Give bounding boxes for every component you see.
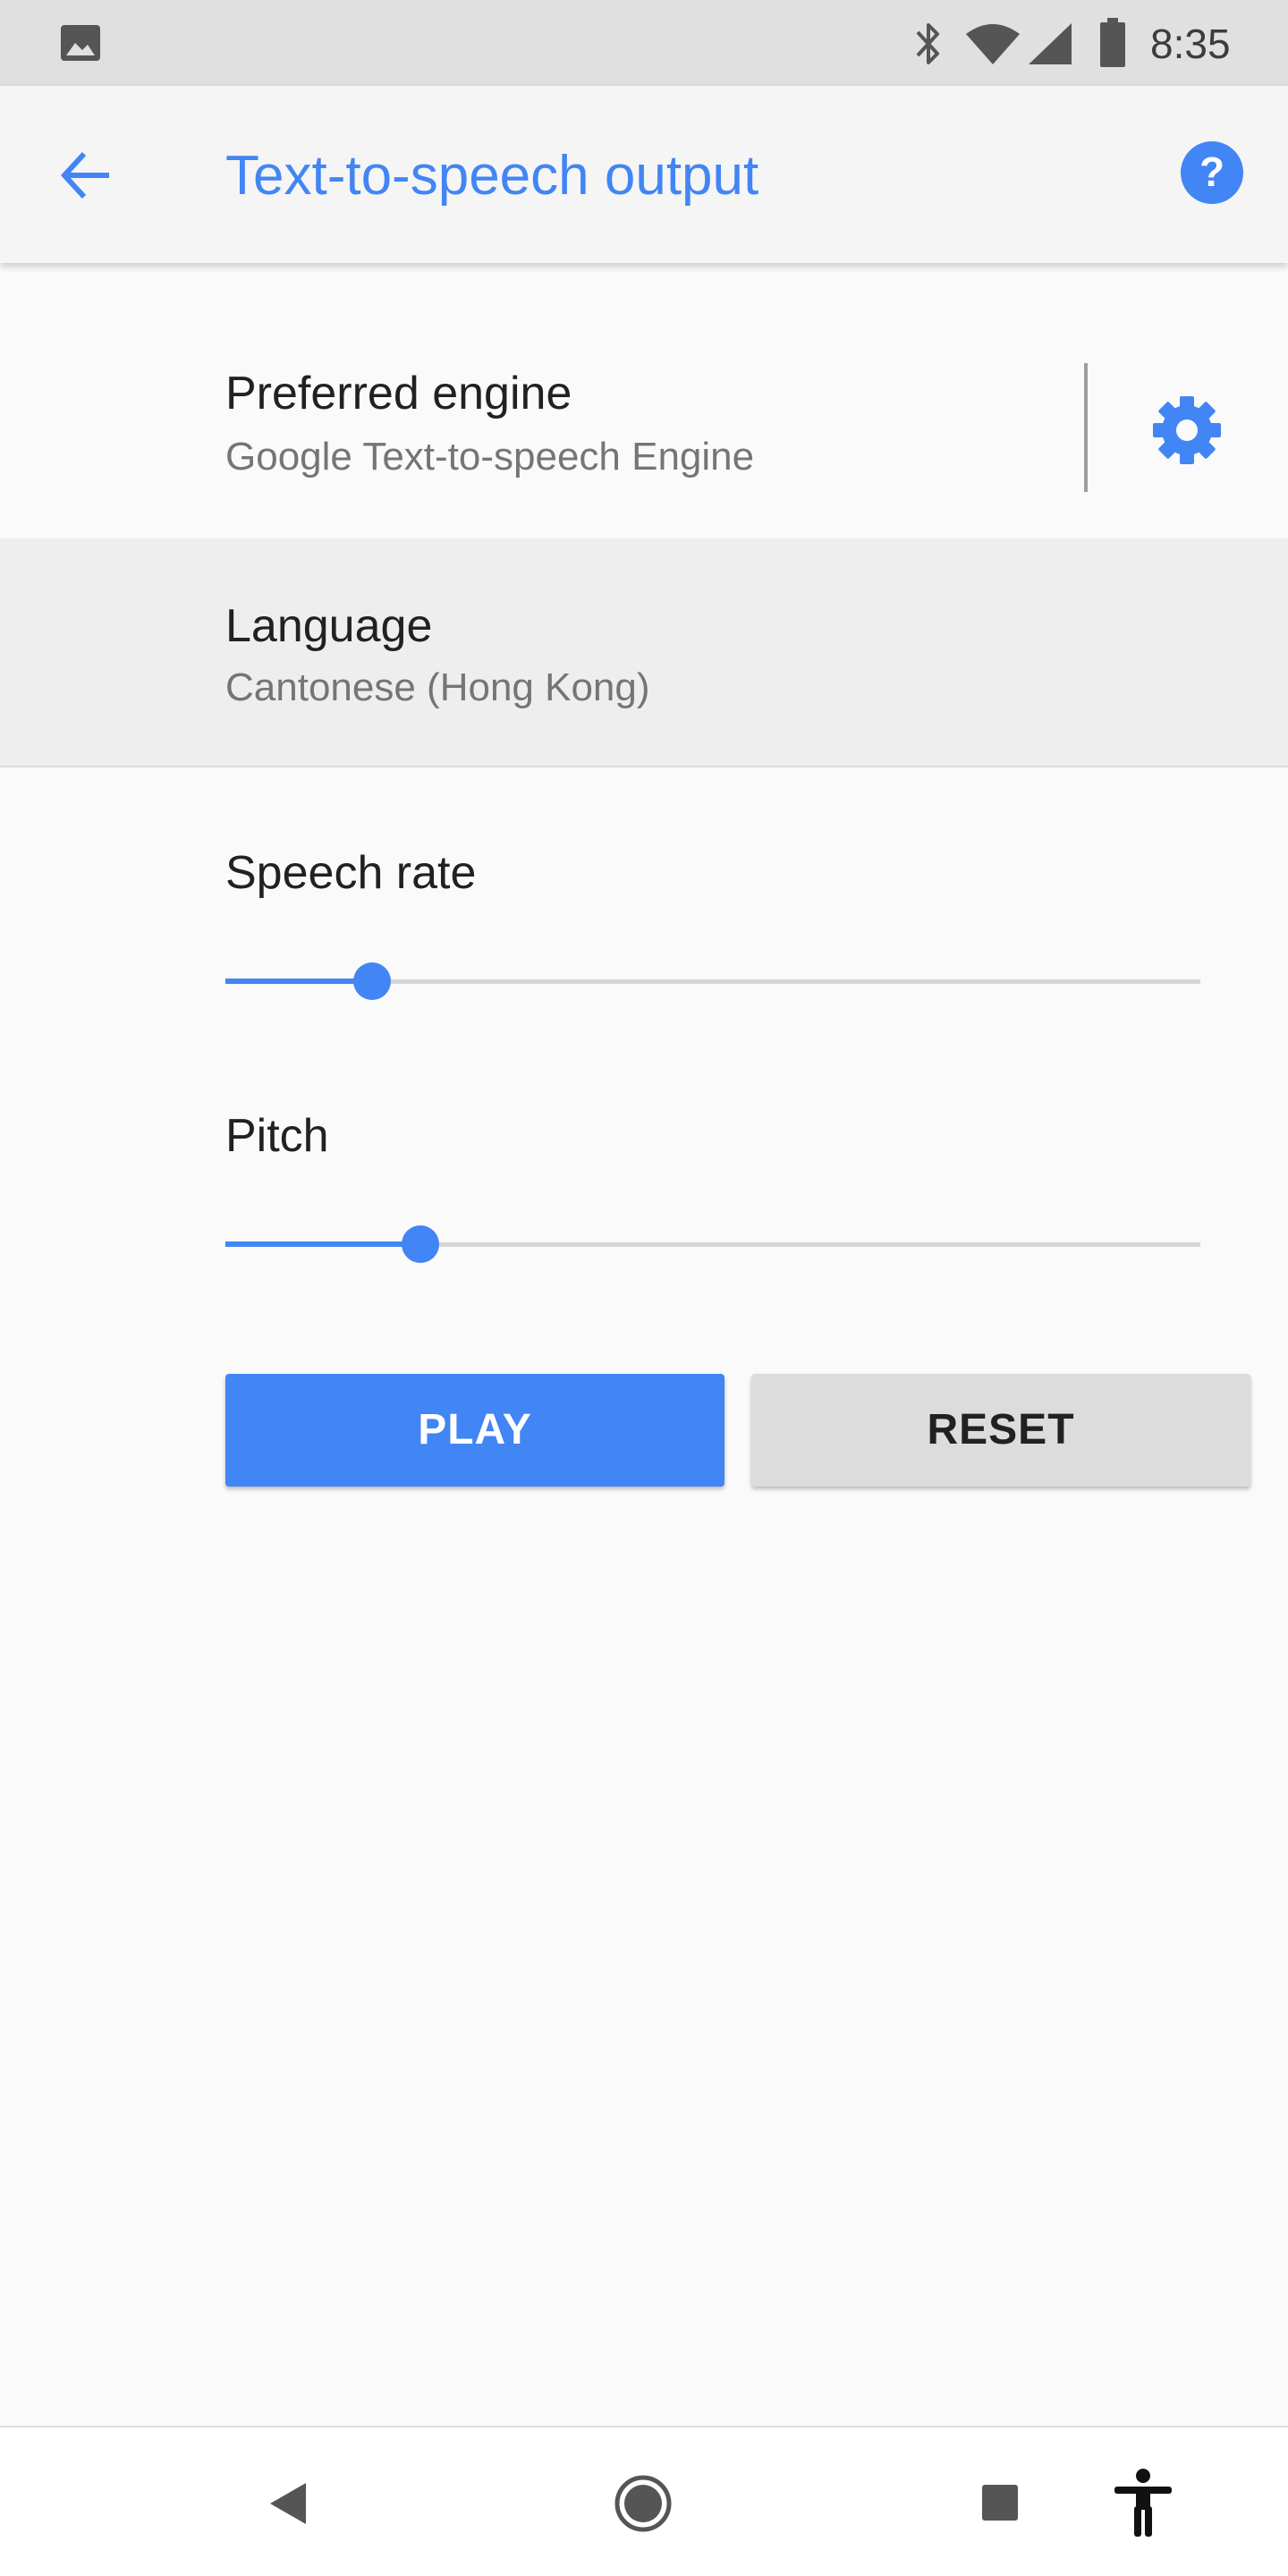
wifi-icon bbox=[966, 24, 1020, 64]
arrow-back-icon[interactable] bbox=[57, 147, 114, 204]
nav-back-icon[interactable] bbox=[265, 2479, 309, 2528]
preferred-engine-label: Preferred engine bbox=[225, 368, 572, 419]
slider-thumb[interactable] bbox=[352, 962, 391, 1000]
image-notification-icon bbox=[61, 25, 100, 61]
status-bar: 8:35 bbox=[0, 0, 1288, 86]
speech-rate-label: Speech rate bbox=[225, 847, 477, 899]
battery-icon bbox=[1100, 18, 1125, 67]
svg-text:?: ? bbox=[1199, 148, 1224, 195]
screen: 8:35 Text-to-speech output ? Preferred e… bbox=[0, 0, 1288, 2576]
preferred-engine-row[interactable]: Preferred engine Google Text-to-speech E… bbox=[0, 263, 1288, 538]
cell-signal-icon bbox=[1029, 23, 1072, 64]
pitch-slider[interactable] bbox=[225, 1225, 1200, 1263]
slider-fill bbox=[225, 1241, 420, 1247]
navigation-bar bbox=[0, 2426, 1288, 2576]
nav-recents-icon[interactable] bbox=[980, 2483, 1020, 2522]
help-icon[interactable]: ? bbox=[1179, 140, 1245, 206]
status-time: 8:35 bbox=[1150, 21, 1231, 67]
slider-thumb[interactable] bbox=[402, 1225, 439, 1263]
reset-button[interactable]: RESET bbox=[751, 1374, 1250, 1487]
slider-fill bbox=[225, 979, 372, 984]
language-label: Language bbox=[225, 600, 433, 652]
vertical-divider bbox=[1084, 363, 1088, 492]
speech-rate-slider[interactable] bbox=[225, 962, 1200, 1000]
page-title: Text-to-speech output bbox=[225, 145, 759, 207]
accessibility-icon[interactable] bbox=[1111, 2469, 1175, 2537]
play-button[interactable]: PLAY bbox=[225, 1374, 724, 1487]
gear-icon[interactable] bbox=[1148, 392, 1225, 469]
bluetooth-icon bbox=[916, 23, 939, 64]
pitch-label: Pitch bbox=[225, 1110, 329, 1162]
language-row[interactable]: Language Cantonese (Hong Kong) bbox=[0, 538, 1288, 767]
nav-home-icon[interactable] bbox=[614, 2474, 673, 2533]
language-value: Cantonese (Hong Kong) bbox=[225, 665, 650, 709]
app-bar: Text-to-speech output ? bbox=[0, 86, 1288, 263]
preferred-engine-value: Google Text-to-speech Engine bbox=[225, 435, 755, 479]
